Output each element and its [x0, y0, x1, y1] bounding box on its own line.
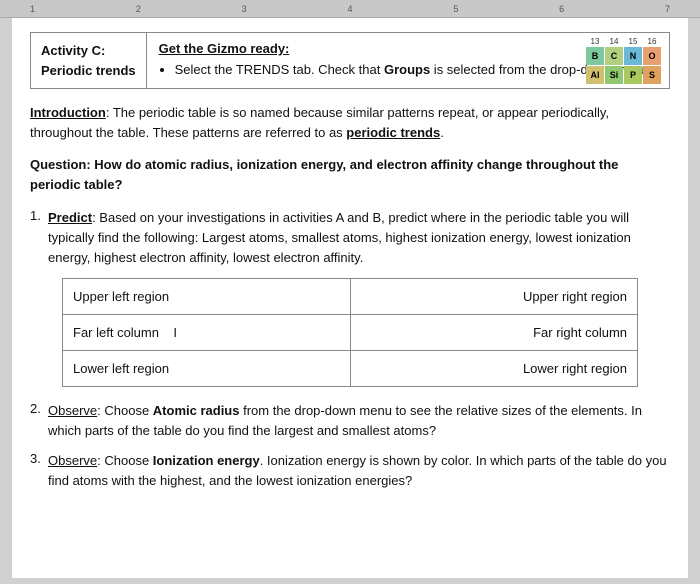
ruler-mark-2: 2 [136, 4, 141, 14]
ruler-marks: 1 2 3 4 5 6 7 [10, 4, 690, 14]
introduction-paragraph: Introduction: The periodic table is so n… [30, 103, 670, 143]
page-content: Activity C: Periodic trends Get the Gizm… [12, 18, 688, 578]
table-row: Upper left region Upper right region [63, 278, 638, 314]
observe-label-2: Observe [48, 403, 97, 418]
activity-subtitle: Periodic trends [41, 63, 136, 78]
question-text: Question: How do atomic radius, ionizati… [30, 155, 670, 195]
item-1-body: : Based on your investigations in activi… [48, 210, 631, 265]
pt-mini-container: 13 14 15 16 B C N O Al Si P S [586, 37, 661, 84]
cell-lower-left[interactable]: Lower left region [63, 350, 351, 386]
cell-far-right[interactable]: Far right column [350, 314, 638, 350]
item-2-body1: : Choose [97, 403, 153, 418]
table-row: Lower left region Lower right region [63, 350, 638, 386]
pt-num-15: 15 [624, 37, 642, 46]
question-label: Question: How do atomic radius, ionizati… [30, 157, 618, 192]
pt-cell-c: C [605, 47, 623, 65]
intro-bold-label: Introduction [30, 105, 106, 120]
pt-row2: Al Si P S [586, 66, 661, 84]
ruler-mark-6: 6 [559, 4, 564, 14]
pt-cell-al: Al [586, 66, 604, 84]
item-2-observe: 2. Observe: Choose Atomic radius from th… [30, 401, 670, 441]
ruler-mark-5: 5 [453, 4, 458, 14]
ruler: 1 2 3 4 5 6 7 [0, 0, 700, 18]
pt-cell-s: S [643, 66, 661, 84]
item-3-body1: : Choose [97, 453, 153, 468]
cell-far-left[interactable]: Far left column I [63, 314, 351, 350]
activity-c-label: Activity C: [41, 43, 105, 58]
item-2-num: 2. [30, 401, 48, 441]
ruler-mark-4: 4 [347, 4, 352, 14]
pt-row1: B C N O [586, 47, 661, 65]
intro-text1: : The periodic table is so named because… [30, 105, 609, 140]
ionization-energy-label: Ionization energy [153, 453, 260, 468]
pt-cell-n: N [624, 47, 642, 65]
predict-table: Upper left region Upper right region Far… [62, 278, 638, 387]
item-1-text: Predict: Based on your investigations in… [48, 208, 670, 268]
atomic-radius-label: Atomic radius [153, 403, 240, 418]
item-2-text: Observe: Choose Atomic radius from the d… [48, 401, 670, 441]
pt-num-13: 13 [586, 37, 604, 46]
intro-text2: . [440, 125, 444, 140]
observe-label-3: Observe [48, 453, 97, 468]
item-3-text: Observe: Choose Ionization energy. Ioniz… [48, 451, 670, 491]
cell-upper-right[interactable]: Upper right region [350, 278, 638, 314]
pt-cell-si: Si [605, 66, 623, 84]
activity-header: Activity C: Periodic trends Get the Gizm… [30, 32, 670, 89]
pt-num-16: 16 [643, 37, 661, 46]
pt-cell-b: B [586, 47, 604, 65]
activity-title: Get the Gizmo ready: [159, 41, 657, 56]
cell-upper-left[interactable]: Upper left region [63, 278, 351, 314]
intro-periodic-trends: periodic trends [346, 125, 440, 140]
activity-label: Activity C: Periodic trends [31, 33, 147, 88]
cell-lower-right[interactable]: Lower right region [350, 350, 638, 386]
item-3-num: 3. [30, 451, 48, 491]
ruler-mark-1: 1 [30, 4, 35, 14]
predict-label: Predict [48, 210, 92, 225]
pt-num-14: 14 [605, 37, 623, 46]
pt-cell-p: P [624, 66, 642, 84]
item-3-observe: 3. Observe: Choose Ionization energy. Io… [30, 451, 670, 491]
item-1-predict: 1. Predict: Based on your investigations… [30, 208, 670, 268]
table-row: Far left column I Far right column [63, 314, 638, 350]
item-1-num: 1. [30, 208, 48, 268]
pt-numbers-row: 13 14 15 16 [586, 37, 661, 46]
ruler-mark-3: 3 [242, 4, 247, 14]
ruler-mark-7: 7 [665, 4, 670, 14]
activity-instruction: Select the TRENDS tab. Check that Groups… [175, 60, 657, 80]
pt-cell-o: O [643, 47, 661, 65]
